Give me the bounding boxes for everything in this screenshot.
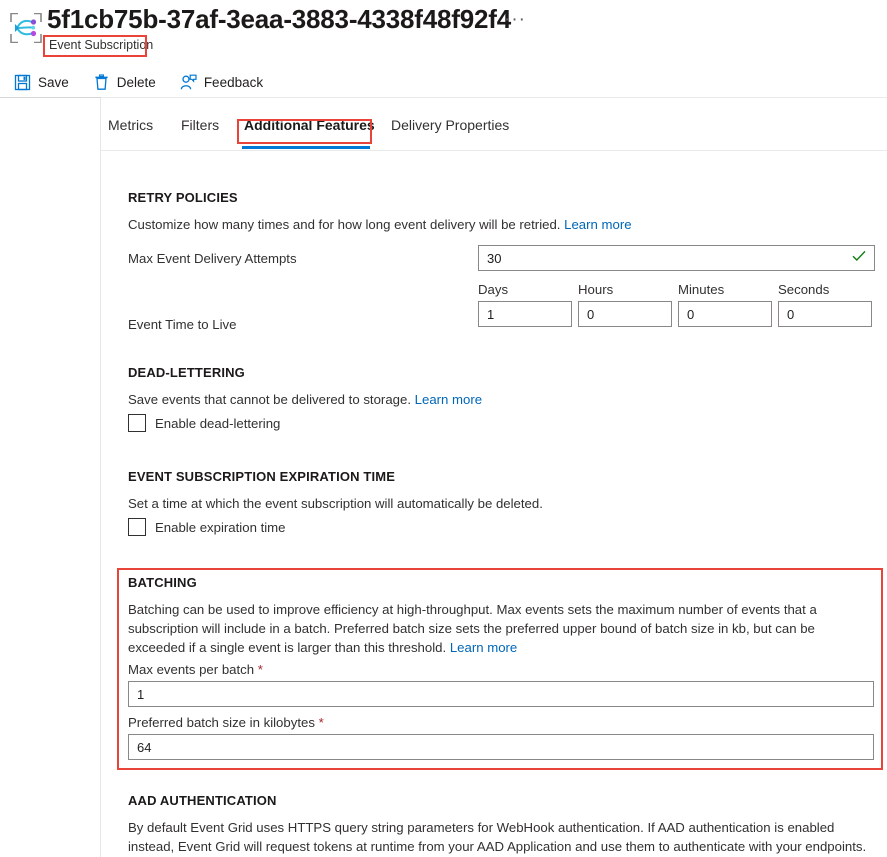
retry-policies-heading: RETRY POLICIES (128, 190, 238, 205)
max-attempts-field[interactable]: 30 (478, 245, 875, 271)
ttl-minutes-input[interactable]: 0 (678, 301, 772, 327)
max-event-delivery-attempts-label: Max Event Delivery Attempts (128, 251, 297, 266)
aad-authentication-description: By default Event Grid uses HTTPS query s… (128, 818, 870, 857)
preferred-batch-size-input[interactable]: 64 (128, 734, 874, 760)
max-events-per-batch-label: Max events per batch * (128, 662, 263, 677)
dead-lettering-description-text: Save events that cannot be delivered to … (128, 392, 411, 407)
event-time-to-live-label: Event Time to Live (128, 317, 237, 332)
delete-icon (93, 73, 110, 91)
tab-filters[interactable]: Filters (179, 113, 221, 137)
page-title: 5f1cb75b-37af-3eaa-3883-4338f48f92f4 (47, 4, 511, 34)
resource-type-subtitle: Event Subscription (49, 38, 154, 52)
batching-heading: BATCHING (128, 575, 197, 590)
blade-vertical-divider (100, 98, 101, 857)
aad-authentication-heading: AAD AUTHENTICATION (128, 793, 277, 808)
ttl-minutes-value: 0 (687, 306, 695, 322)
ttl-hours-label: Hours (578, 282, 614, 297)
preferred-batch-size-label-text: Preferred batch size in kilobytes (128, 715, 315, 730)
batching-description: Batching can be used to improve efficien… (128, 600, 850, 657)
retry-learn-more-link[interactable]: Learn more (564, 217, 631, 232)
ttl-seconds-input[interactable]: 0 (778, 301, 872, 327)
enable-dead-lettering-checkbox[interactable] (128, 414, 146, 432)
dead-lettering-heading: DEAD-LETTERING (128, 365, 245, 380)
feedback-button-label: Feedback (203, 74, 264, 90)
preferred-batch-size-value: 64 (137, 739, 152, 755)
delete-button[interactable]: Delete (93, 73, 156, 91)
retry-policies-description-text: Customize how many times and for how lon… (128, 217, 561, 232)
enable-dead-lettering-label: Enable dead-lettering (155, 415, 281, 431)
enable-expiration-time-label: Enable expiration time (155, 519, 286, 535)
enable-expiration-time-row[interactable]: Enable expiration time (128, 518, 285, 536)
enable-expiration-time-checkbox[interactable] (128, 518, 146, 536)
header-divider (101, 97, 887, 98)
blade-header: 5f1cb75b-37af-3eaa-3883-4338f48f92f4 ···… (0, 0, 887, 98)
tab-delivery-properties[interactable]: Delivery Properties (389, 113, 511, 137)
checkmark-icon (852, 249, 866, 267)
command-toolbar: Save Delete Feedback (14, 68, 287, 96)
max-events-per-batch-input[interactable]: 1 (128, 681, 874, 707)
expiration-time-heading: EVENT SUBSCRIPTION EXPIRATION TIME (128, 469, 396, 484)
expiration-time-description: Set a time at which the event subscripti… (128, 496, 543, 511)
retry-policies-description: Customize how many times and for how lon… (128, 215, 828, 234)
save-icon (14, 74, 31, 91)
ttl-days-label: Days (478, 282, 509, 297)
tab-selected-indicator (242, 146, 370, 149)
tab-bar-divider (101, 150, 887, 151)
save-button-label: Save (38, 74, 69, 90)
ttl-minutes-label: Minutes (678, 282, 725, 297)
feedback-button[interactable]: Feedback (180, 74, 263, 91)
header-divider-left (0, 97, 101, 98)
ttl-days-value: 1 (487, 306, 495, 322)
enable-dead-lettering-row[interactable]: Enable dead-lettering (128, 414, 280, 432)
batching-learn-more-link[interactable]: Learn more (450, 640, 517, 655)
tab-additional-features[interactable]: Additional Features (242, 113, 377, 137)
tab-metrics[interactable]: Metrics (106, 113, 155, 137)
more-options-button[interactable]: ··· (500, 9, 530, 31)
ttl-hours-value: 0 (587, 306, 595, 322)
aad-authentication-description-text: By default Event Grid uses HTTPS query s… (128, 820, 867, 854)
ttl-seconds-label: Seconds (778, 282, 830, 297)
ttl-hours-input[interactable]: 0 (578, 301, 672, 327)
max-events-per-batch-label-text: Max events per batch (128, 662, 255, 677)
dead-lettering-learn-more-link[interactable]: Learn more (415, 392, 482, 407)
azure-portal-blade: 5f1cb75b-37af-3eaa-3883-4338f48f92f4 ···… (0, 0, 887, 857)
max-events-per-batch-value: 1 (137, 686, 145, 702)
ttl-days-input[interactable]: 1 (478, 301, 572, 327)
delete-button-label: Delete (116, 74, 156, 90)
max-attempts-field-value: 30 (487, 250, 502, 266)
dead-lettering-description: Save events that cannot be delivered to … (128, 390, 828, 409)
preferred-batch-size-label: Preferred batch size in kilobytes * (128, 715, 324, 730)
preferred-batch-size-required-marker: * (318, 715, 324, 730)
event-grid-subscription-icon (10, 12, 42, 44)
feedback-icon (180, 74, 197, 91)
max-events-required-marker: * (257, 662, 263, 677)
save-button[interactable]: Save (14, 74, 69, 91)
ttl-seconds-value: 0 (787, 306, 795, 322)
tab-bar: Metrics Filters Additional Features Deli… (101, 113, 887, 149)
